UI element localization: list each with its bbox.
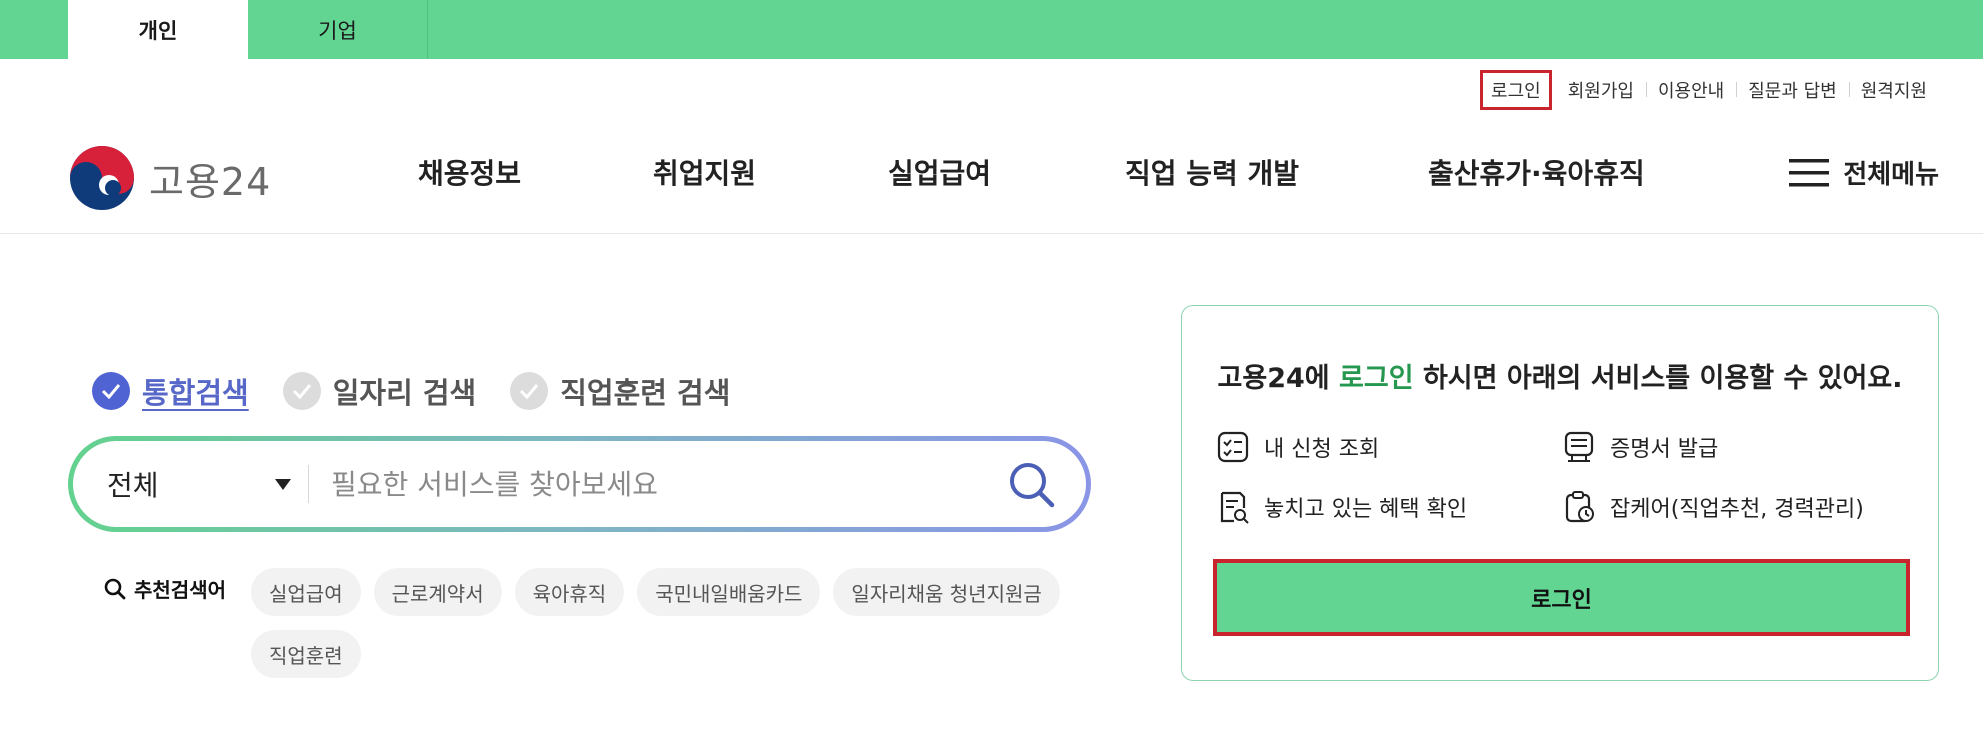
search-tab-label: 통합검색 [142,376,249,410]
service-missed-benefits[interactable]: 놓치고 있는 혜택 확인 [1216,490,1467,524]
logo[interactable]: 고용24 [69,145,271,211]
tab-business[interactable]: 기업 [248,0,428,59]
divider [308,465,309,503]
gnb-employment-support[interactable]: 취업지원 [653,152,756,192]
check-icon [510,372,549,410]
service-my-applications[interactable]: 내 신청 조회 [1216,430,1379,464]
search-icon [104,578,126,599]
gnb-jobs[interactable]: 채용정보 [418,152,521,192]
search-inner: 전체 [73,441,1086,527]
checklist-icon [1217,431,1249,463]
search-tabs: 통합검색 일자리 검색 직업훈련 검색 [92,370,764,412]
all-menu-button[interactable]: 전체메뉴 [1789,154,1939,191]
certificate-icon [1564,431,1594,462]
keyword-chip[interactable]: 국민내일배움카드 [637,568,821,616]
util-guide-link[interactable]: 이용안내 [1645,77,1736,103]
logo-text: 고용24 [149,159,272,204]
top-bar: 개인 기업 [0,0,1983,59]
check-icon [282,372,321,410]
service-certificate[interactable]: 증명서 발급 [1562,430,1718,464]
gnb-maternity-parental-leave[interactable]: 출산휴가·육아휴직 [1428,152,1645,192]
document-search-icon [1220,491,1249,524]
service-label: 내 신청 조회 [1264,437,1380,462]
search-tab-label: 일자리 검색 [332,376,477,410]
util-qna-link[interactable]: 질문과 답변 [1736,77,1849,103]
category-select-value: 전체 [107,469,159,502]
service-label: 잡케어(직업추천, 경력관리) [1610,497,1864,522]
util-remote-support-link[interactable]: 원격지원 [1848,77,1939,103]
keyword-chip[interactable]: 실업급여 [251,568,361,616]
caret-down-icon [275,479,291,490]
keyword-chip[interactable]: 육아휴직 [514,568,625,616]
taegeuk-logo-icon [70,146,134,210]
login-card-title: 고용24에 로그인 하시면 아래의 서비스를 이용할 수 있어요. [1182,356,1938,395]
recommended-keywords: 실업급여 근로계약서 육아휴직 국민내일배움카드 일자리채움 청년지원금 직업훈… [251,568,1091,692]
title-text: 고용24에 [1217,363,1340,394]
recommended-label-text: 추천검색어 [134,578,226,602]
search-tab-integrated[interactable]: 통합검색 [92,370,249,412]
header: 고용24 채용정보 취업지원 실업급여 직업 능력 개발 출산휴가·육아휴직 전… [0,112,1983,234]
keyword-chip[interactable]: 일자리채움 청년지원금 [833,568,1060,616]
hamburger-icon [1789,158,1830,186]
search-tab-training[interactable]: 직업훈련 검색 [510,370,730,412]
gnb-vocational-training[interactable]: 직업 능력 개발 [1125,152,1299,192]
login-button[interactable]: 로그인 [1213,559,1910,636]
util-signup-link[interactable]: 회원가입 [1556,77,1646,103]
gnb-unemployment-benefits[interactable]: 실업급여 [888,152,991,192]
search-tab-jobs[interactable]: 일자리 검색 [282,370,477,412]
util-login-link[interactable]: 로그인 [1480,70,1552,110]
recommended-label: 추천검색어 [104,574,226,603]
search-box: 전체 [68,436,1091,532]
service-jobcare[interactable]: 잡케어(직업추천, 경력관리) [1562,490,1864,524]
clipboard-clock-icon [1565,491,1594,523]
search-tab-label: 직업훈련 검색 [560,376,731,410]
utility-links: 로그인 회원가입 이용안내 질문과 답변 원격지원 [1480,70,1939,110]
check-icon [92,372,130,410]
title-highlight: 로그인 [1339,363,1414,394]
login-card: 고용24에 로그인 하시면 아래의 서비스를 이용할 수 있어요. 내 신청 조… [1181,305,1939,681]
tab-personal[interactable]: 개인 [68,0,248,59]
service-label: 증명서 발급 [1610,437,1719,462]
search-input[interactable] [331,459,991,509]
all-menu-label: 전체메뉴 [1843,160,1939,190]
service-label: 놓치고 있는 혜택 확인 [1264,497,1468,522]
category-select[interactable]: 전체 [107,441,307,527]
search-button[interactable] [1006,459,1058,511]
keyword-chip[interactable]: 직업훈련 [251,630,361,678]
keyword-chip[interactable]: 근로계약서 [373,568,502,616]
title-text: 하시면 아래의 서비스를 이용할 수 있어요. [1413,363,1903,394]
